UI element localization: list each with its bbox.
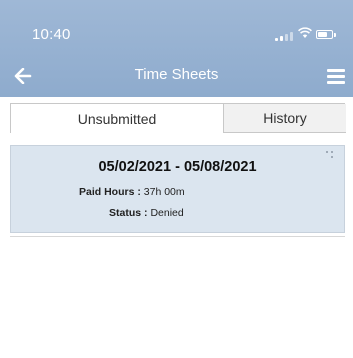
cellular-signal-icon bbox=[275, 32, 293, 41]
divider bbox=[10, 236, 345, 237]
status-bar-time: 10:40 bbox=[32, 26, 71, 43]
paid-hours-row: Paid Hours : 37h 00m bbox=[79, 186, 185, 198]
timesheet-card[interactable]: 05/02/2021 - 05/08/2021 Paid Hours : 37h… bbox=[10, 145, 345, 233]
status-row: Status : Denied bbox=[109, 207, 184, 219]
tab-unsubmitted[interactable]: Unsubmitted bbox=[11, 104, 224, 133]
battery-icon bbox=[316, 30, 333, 39]
drag-handle-icon[interactable] bbox=[326, 151, 334, 159]
hamburger-menu-icon[interactable] bbox=[324, 66, 348, 86]
paid-hours-label: Paid Hours : bbox=[79, 186, 141, 198]
app-header: 10:40 Time Sheets bbox=[0, 0, 353, 97]
tab-history[interactable]: History bbox=[224, 104, 346, 133]
battery-tip bbox=[334, 33, 336, 37]
page-title: Time Sheets bbox=[134, 66, 219, 83]
timesheet-date-range: 05/02/2021 - 05/08/2021 bbox=[98, 159, 257, 175]
wifi-icon bbox=[298, 27, 312, 38]
timesheet-tabs: Unsubmitted History bbox=[10, 103, 346, 133]
status-label: Status : bbox=[109, 207, 148, 219]
paid-hours-value: 37h 00m bbox=[143, 186, 185, 198]
status-value: Denied bbox=[150, 207, 184, 219]
